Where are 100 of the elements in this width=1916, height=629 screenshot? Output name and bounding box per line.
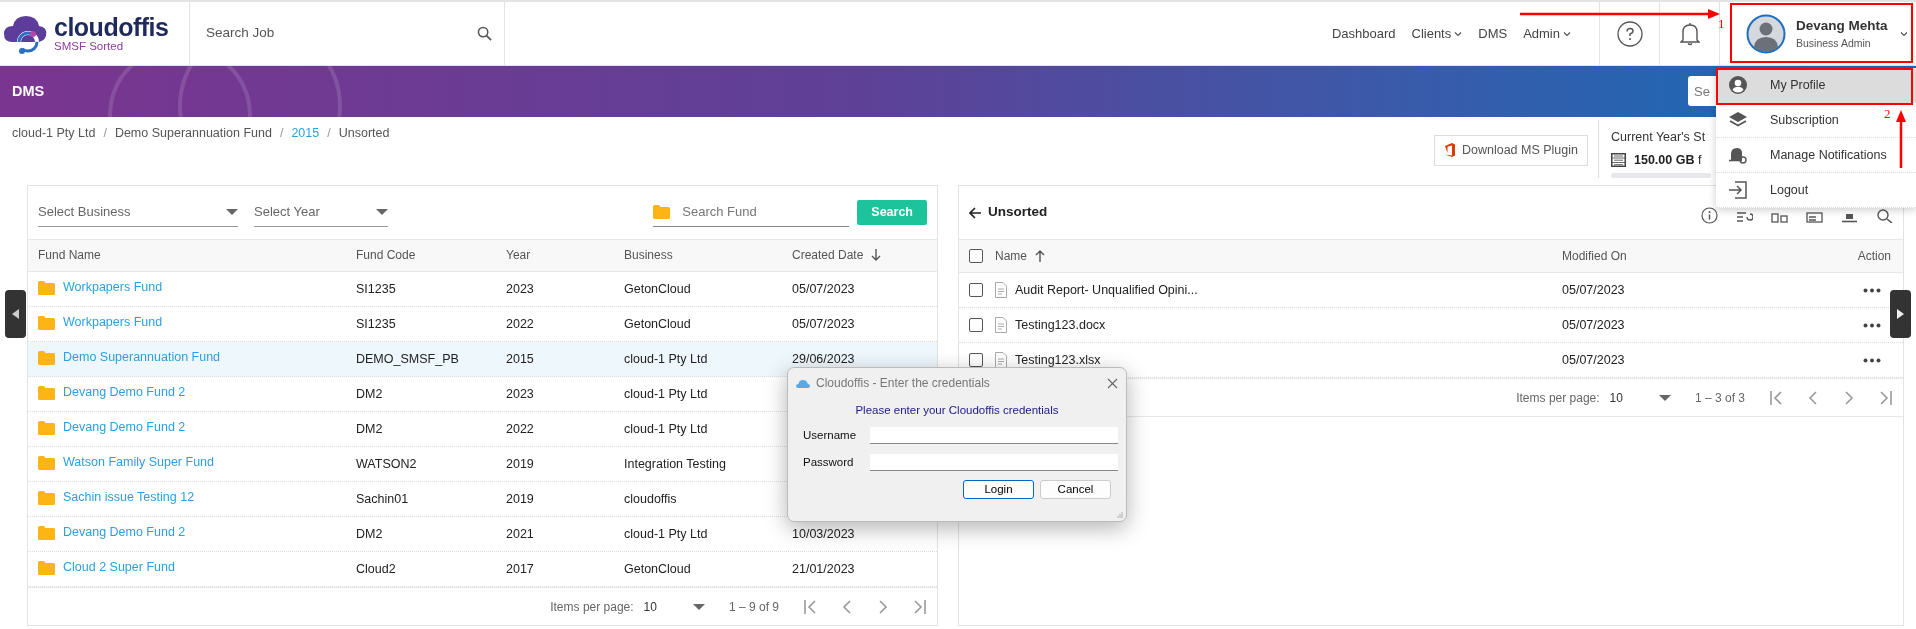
table-cell: 05/07/2023 <box>1562 282 1625 297</box>
office-icon <box>1443 143 1456 158</box>
checkbox[interactable] <box>969 318 983 332</box>
nav-link[interactable]: Dashboard <box>1331 23 1396 44</box>
folder-icon <box>38 315 55 330</box>
logo-tagline: SMSF Sorted <box>54 39 125 53</box>
avatar-icon <box>1746 13 1786 54</box>
table-cell: GetonCloud <box>624 561 691 576</box>
year-select[interactable]: Select Year <box>254 197 388 228</box>
first-page-icon[interactable] <box>803 599 819 614</box>
info-icon[interactable] <box>1701 207 1718 224</box>
back-link[interactable]: Unsorted <box>969 202 1048 223</box>
input-field[interactable] <box>870 453 1118 471</box>
triangle-right-icon <box>1897 309 1904 319</box>
column-header[interactable]: Fund Code <box>356 246 506 265</box>
checkbox[interactable] <box>969 249 983 263</box>
breadcrumb-separator: / <box>327 125 331 142</box>
table-cell: 05/07/2023 <box>792 316 855 331</box>
table-cell: DM2 <box>356 386 383 401</box>
sort-down-icon[interactable] <box>871 249 882 262</box>
folder-icon <box>38 560 55 575</box>
business-select[interactable]: Select Business <box>38 197 238 228</box>
dialog-button[interactable]: Login <box>963 479 1034 499</box>
table-cell: 29/06/2023 <box>792 351 855 366</box>
help-icon[interactable] <box>1616 20 1643 47</box>
first-page-icon[interactable] <box>1769 390 1785 405</box>
checkbox[interactable] <box>969 283 983 297</box>
breadcrumb-item[interactable]: Unsorted <box>338 124 390 143</box>
breadcrumb-item[interactable]: cloud-1 Pty Ltd <box>12 124 96 143</box>
storage-icon <box>1611 153 1626 168</box>
nav-link[interactable]: DMS <box>1478 23 1508 44</box>
collapse-handle[interactable] <box>5 290 26 338</box>
breadcrumb-item[interactable]: Demo Superannuation Fund <box>114 124 272 143</box>
table-row[interactable]: Cloud 2 Super Fund Cloud2 2017 GetonCloud 21/01/2023 <box>28 552 937 588</box>
field-label: Password <box>803 454 855 470</box>
user-role: Business Admin <box>1796 35 1872 51</box>
document-icon <box>995 352 1007 368</box>
job-search-field[interactable]: Search Job <box>204 22 477 45</box>
table-cell: 05/07/2023 <box>792 281 855 296</box>
folder-icon <box>38 420 55 435</box>
quick-search-field[interactable]: Se <box>1688 76 1716 106</box>
bell-icon[interactable] <box>1679 21 1700 46</box>
page-range: 1 – 3 of 3 <box>1694 389 1745 407</box>
table-cell: DM2 <box>356 421 383 436</box>
download-plugin-button[interactable]: Download MS Plugin <box>1433 135 1588 166</box>
document-icon <box>995 282 1007 298</box>
close-icon[interactable] <box>1107 377 1118 389</box>
nav-link[interactable]: Clients <box>1411 23 1463 44</box>
last-page-icon[interactable] <box>1877 390 1893 405</box>
table-cell: SI1235 <box>356 281 396 296</box>
search-icon[interactable] <box>1876 208 1893 223</box>
table-cell: 21/01/2023 <box>792 561 855 576</box>
folder-icon <box>38 525 55 540</box>
column-header[interactable]: Created Date <box>792 246 864 265</box>
page-size-select[interactable]: 10 <box>643 597 705 616</box>
column-header[interactable]: Modified On <box>1562 249 1627 263</box>
file-name[interactable]: Testing123.docx <box>1015 315 1106 335</box>
folder-icon <box>38 350 55 365</box>
collapse-handle[interactable] <box>1890 290 1911 338</box>
user-circle-icon <box>1728 75 1748 95</box>
dialog-button[interactable]: Cancel <box>1040 479 1111 499</box>
table-cell: 05/07/2023 <box>1562 352 1625 367</box>
more-icon[interactable] <box>1863 322 1881 328</box>
column-header[interactable]: Action <box>1857 249 1891 263</box>
column-header[interactable]: Business <box>624 246 792 265</box>
folder-icon <box>38 490 55 505</box>
folder-icon <box>653 204 671 219</box>
more-icon[interactable] <box>1863 357 1881 363</box>
folder-icon <box>38 280 55 295</box>
table-cell: 05/07/2023 <box>1562 317 1625 332</box>
file-name[interactable]: Testing123.xlsx <box>1015 350 1101 370</box>
checkbox[interactable] <box>969 353 983 367</box>
annotation-label: 2 <box>1884 105 1891 123</box>
table-cell: cloud-1 Pty Ltd <box>624 421 708 436</box>
menu-item[interactable]: Logout <box>1716 173 1916 208</box>
caret-down-icon <box>226 208 238 215</box>
table-row[interactable]: Demo Superannuation Fund DEMO_SMSF_PB 2015 cloud-1 Pty Ltd 29/06/2023 <box>28 342 937 378</box>
sort-up-icon[interactable] <box>1035 250 1045 262</box>
menu-item[interactable]: Manage Notifications <box>1716 138 1916 173</box>
search-icon[interactable] <box>477 26 492 41</box>
bell-gear-icon <box>1728 145 1748 165</box>
table-cell: cloud-1 Pty Ltd <box>624 351 708 366</box>
menu-item[interactable]: My Profile <box>1716 68 1916 103</box>
column-header[interactable]: Fund Name <box>38 246 356 265</box>
nav-link[interactable]: Admin <box>1523 23 1571 44</box>
table-cell: DEMO_SMSF_PB <box>356 351 459 366</box>
table-cell: cloud-1 Pty Ltd <box>624 526 708 541</box>
last-page-icon[interactable] <box>911 599 927 614</box>
column-header[interactable]: Name <box>995 247 1027 265</box>
table-cell: cloudoffis <box>624 491 677 506</box>
page-size-select[interactable]: 10 <box>1609 388 1671 407</box>
more-icon[interactable] <box>1863 287 1881 293</box>
table-cell: GetonCloud <box>624 281 691 296</box>
table-row[interactable]: Workpapers Fund SI1235 2023 GetonCloud 05/07/2023 <box>28 272 937 308</box>
file-name[interactable]: Audit Report- Unqualified Opini... <box>1015 280 1198 300</box>
table-cell: cloud-1 Pty Ltd <box>624 386 708 401</box>
logout-icon <box>1728 180 1748 200</box>
column-header[interactable]: Year <box>506 246 624 265</box>
table-cell: 2021 <box>506 526 534 541</box>
input-field[interactable] <box>870 427 1118 445</box>
